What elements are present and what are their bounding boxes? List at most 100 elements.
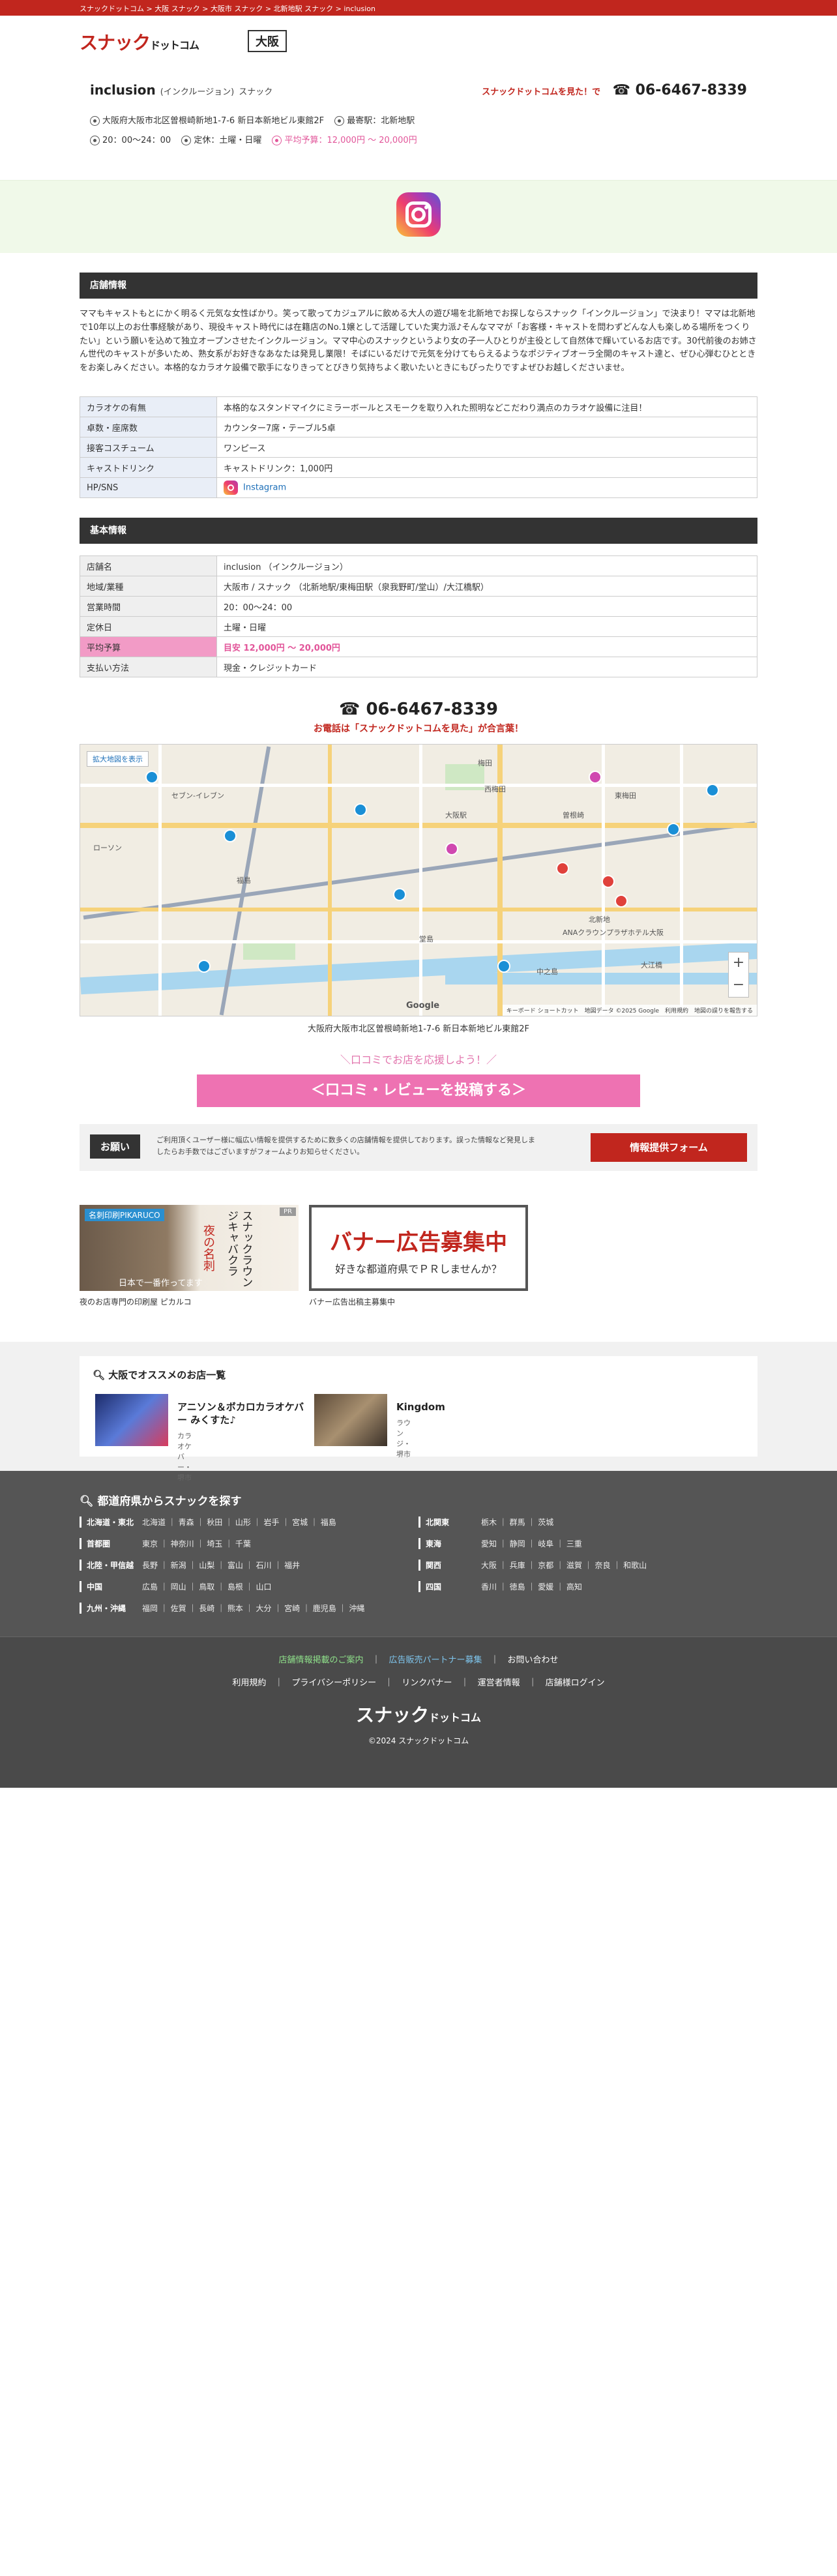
footer-link-partner[interactable]: 広告販売パートナー募集: [389, 1655, 482, 1665]
shop-thumbnail[interactable]: [314, 1394, 387, 1446]
ad-recruit-banner[interactable]: バナー広告募集中 好きな都道府県でＰＲしませんか？ バナー広告出稿主募集中: [309, 1205, 528, 1307]
request-tag: お願い: [90, 1134, 141, 1159]
tel-block-number[interactable]: ☎ 06-6467-8339: [80, 700, 757, 719]
google-map[interactable]: 梅田 大阪駅 北新地 福島 堂島 中之島 曽根崎 西梅田 東梅田 大江橋 ローソ…: [80, 744, 757, 1016]
ad-recruit-sub: 好きな都道府県でＰＲしませんか？: [335, 1263, 502, 1275]
shop-name[interactable]: アニソン＆ボカロカラオケバー みくすた♪: [177, 1400, 308, 1427]
shop-name: inclusion: [90, 82, 156, 98]
breadcrumb-home[interactable]: スナックドットコム: [80, 5, 144, 13]
review-section: ＼口コミでお店を応援しよう！／ ＜口コミ・レビューを投稿する＞: [80, 1051, 757, 1107]
area-prefs[interactable]: 大阪 ｜ 兵庫 ｜ 京都 ｜ 滋賀 ｜ 奈良 ｜ 和歌山: [481, 1561, 647, 1570]
site-logo[interactable]: スナックドットコム: [80, 29, 199, 55]
pikaruco-brand: 名刺印刷PIKARUCO: [85, 1209, 164, 1221]
footer-link[interactable]: 運営者情報: [478, 1678, 520, 1688]
table-value: 20：00〜24：00: [216, 596, 757, 617]
area-column-left: 北海道・東北 北海道 ｜ 青森 ｜ 秋田 ｜ 山形 ｜ 岩手 ｜ 宮城 ｜ 福島 …: [80, 1517, 364, 1624]
area-prefs[interactable]: 長野 ｜ 新潟 ｜ 山梨 ｜ 富山 ｜ 石川 ｜ 福井: [142, 1561, 300, 1570]
map-label: 大阪駅: [445, 811, 467, 820]
pikaruco-vertical-sub: 夜の名刺: [201, 1224, 215, 1271]
map-pin-icon[interactable]: [497, 960, 510, 973]
basic-info-heading: 基本情報: [80, 518, 757, 544]
instagram-band: [0, 180, 837, 253]
pikaruco-banner-image[interactable]: 名刺印刷PIKARUCO 夜の名刺 スナックラウンジキャバクラ 日本で一番作って…: [80, 1205, 299, 1291]
zoom-in-button[interactable]: +: [729, 953, 748, 975]
yen-icon: [272, 136, 282, 145]
area-prefs[interactable]: 福岡 ｜ 佐賀 ｜ 長崎 ｜ 熊本 ｜ 大分 ｜ 宮崎 ｜ 鹿児島 ｜ 沖縄: [142, 1604, 364, 1613]
table-row: キャストドリンク キャストドリンク：1,000円: [80, 457, 757, 478]
footer-links-primary: 店舗情報掲載のご案内 ｜ 広告販売パートナー募集 ｜ お問い合わせ: [278, 1655, 559, 1665]
footer-link[interactable]: 店舗様ログイン: [546, 1678, 605, 1688]
request-text: ご利用頂くユーザー様に幅広い情報を提供するために数多くの店舗情報を提供しておりま…: [156, 1136, 536, 1156]
pikaruco-banner[interactable]: 名刺印刷PIKARUCO 夜の名刺 スナックラウンジキャバクラ 日本で一番作って…: [80, 1205, 299, 1307]
post-review-button[interactable]: ＜口コミ・レビューを投稿する＞: [197, 1074, 640, 1107]
area-prefs[interactable]: 香川 ｜ 徳島 ｜ 愛媛 ｜ 高知: [481, 1582, 582, 1591]
region-badge[interactable]: 大阪: [248, 30, 287, 52]
breadcrumb-osaka-city[interactable]: 大阪市 スナック: [211, 5, 263, 13]
instagram-link[interactable]: Instagram: [243, 483, 286, 493]
area-row: 北海道・東北 北海道 ｜ 青森 ｜ 秋田 ｜ 山形 ｜ 岩手 ｜ 宮城 ｜ 福島: [80, 1517, 364, 1538]
area-prefs[interactable]: 広島 ｜ 岡山 ｜ 鳥取 ｜ 島根 ｜ 山口: [142, 1582, 272, 1591]
map-pin-icon[interactable]: [198, 960, 211, 973]
table-value: inclusion （インクルージョン）: [216, 555, 757, 576]
info-form-button[interactable]: 情報提供フォーム: [591, 1133, 747, 1162]
map-pin-icon[interactable]: [615, 895, 628, 908]
breadcrumb-osaka[interactable]: 大阪 スナック: [154, 5, 200, 13]
footer-link[interactable]: 利用規約: [232, 1678, 266, 1688]
map-pin-icon[interactable]: [706, 784, 719, 797]
area-prefs[interactable]: 東京 ｜ 神奈川 ｜ 埼玉 ｜ 千葉: [142, 1539, 251, 1548]
map-pin-icon[interactable]: [445, 842, 458, 855]
breadcrumb-station[interactable]: 北新地駅 スナック: [274, 5, 334, 13]
area-search: 🔍︎ 都道府県からスナックを探す 北海道・東北 北海道 ｜ 青森 ｜ 秋田 ｜ 山…: [0, 1471, 837, 1636]
banner-caption[interactable]: 夜のお店専門の印刷屋 ピカルコ: [80, 1296, 299, 1307]
shop-hours: 20：00〜24：00: [102, 136, 171, 145]
area-row: 東海 愛知 ｜ 静岡 ｜ 岐阜 ｜ 三重: [419, 1538, 647, 1560]
expand-map-link[interactable]: 拡大地図を表示: [87, 751, 149, 767]
shop-thumbnail[interactable]: [95, 1394, 168, 1446]
map-attribution[interactable]: キーボード ショートカット 地図データ ©2025 Google 利用規約 地図…: [502, 1005, 757, 1016]
footer-link-contact[interactable]: お問い合わせ: [508, 1655, 559, 1665]
table-key: 地域/業種: [80, 576, 217, 597]
map-pin-icon[interactable]: [589, 771, 602, 784]
map-pin-icon[interactable]: [393, 888, 406, 901]
info-line-hours: 20：00〜24：00 定休：土曜・日曜 平均予算：12,000円 〜 20,0…: [90, 133, 425, 145]
area-row: 首都圏 東京 ｜ 神奈川 ｜ 埼玉 ｜ 千葉: [80, 1538, 364, 1560]
table-key: カラオケの有無: [80, 396, 217, 417]
map-pin-icon[interactable]: [145, 771, 158, 784]
shop-category: スナック: [239, 87, 273, 97]
ad-recruit-title: バナー広告募集中: [330, 1230, 507, 1256]
map-pin-icon[interactable]: [224, 829, 237, 842]
footer-link-listing[interactable]: 店舗情報掲載のご案内: [278, 1655, 363, 1665]
footer-links-secondary: 利用規約 ｜ プライバシーポリシー ｜ リンクバナー ｜ 運営者情報 ｜ 店舗様…: [232, 1678, 605, 1688]
instagram-icon[interactable]: [396, 192, 441, 237]
shop-kana: (インクルージョン): [160, 87, 235, 97]
shop-name[interactable]: Kingdom: [396, 1400, 527, 1414]
tel-block: ☎ 06-6467-8339 お電話は「スナックドットコムを見た」が合言葉！: [80, 700, 757, 735]
area-prefs[interactable]: 愛知 ｜ 静岡 ｜ 岐阜 ｜ 三重: [481, 1539, 582, 1548]
map-pin-icon[interactable]: [354, 803, 367, 816]
shop-description: ママもキャストもとにかく明るく元気な女性ばかり。笑って歌ってカジュアルに飲める大…: [80, 309, 757, 374]
tel-number[interactable]: ☎ 06-6467-8339: [613, 82, 747, 98]
map-label: 曽根崎: [563, 811, 584, 820]
info-request-box: お願い ご利用頂くユーザー様に幅広い情報を提供するために数多くの店舗情報を提供し…: [80, 1124, 757, 1171]
breadcrumb-current: inclusion: [344, 5, 375, 13]
header-tel[interactable]: スナックドットコムを見た！で ☎ 06-6467-8339: [482, 82, 747, 98]
map-pin-icon[interactable]: [602, 875, 615, 888]
area-row: 関西 大阪 ｜ 兵庫 ｜ 京都 ｜ 滋賀 ｜ 奈良 ｜ 和歌山: [419, 1560, 647, 1581]
area-region: 東海: [419, 1538, 481, 1549]
table-row: 営業時間 20：00〜24：00: [80, 596, 757, 617]
zoom-out-button[interactable]: −: [729, 975, 748, 997]
ad-recruit-banner-image[interactable]: バナー広告募集中 好きな都道府県でＰＲしませんか？: [309, 1205, 528, 1291]
map-label: 中之島: [536, 968, 558, 976]
review-note: ＼口コミでお店を応援しよう！／: [340, 1054, 497, 1066]
footer-link[interactable]: リンクバナー: [402, 1678, 452, 1688]
area-prefs[interactable]: 北海道 ｜ 青森 ｜ 秋田 ｜ 山形 ｜ 岩手 ｜ 宮城 ｜ 福島: [142, 1518, 336, 1527]
banner-caption[interactable]: バナー広告出稿主募集中: [309, 1296, 528, 1307]
area-prefs[interactable]: 栃木 ｜ 群馬 ｜ 茨城: [481, 1518, 553, 1527]
footer-link[interactable]: プライバシーポリシー: [291, 1678, 376, 1688]
logo-main-text: スナック: [80, 32, 151, 53]
site-header: スナックドットコム 大阪: [0, 16, 837, 63]
instagram-small-icon[interactable]: [224, 481, 238, 495]
footer-logo[interactable]: スナックドットコム: [0, 1688, 837, 1727]
map-pin-icon[interactable]: [667, 823, 680, 836]
shop-location-pin-icon[interactable]: [556, 862, 569, 875]
